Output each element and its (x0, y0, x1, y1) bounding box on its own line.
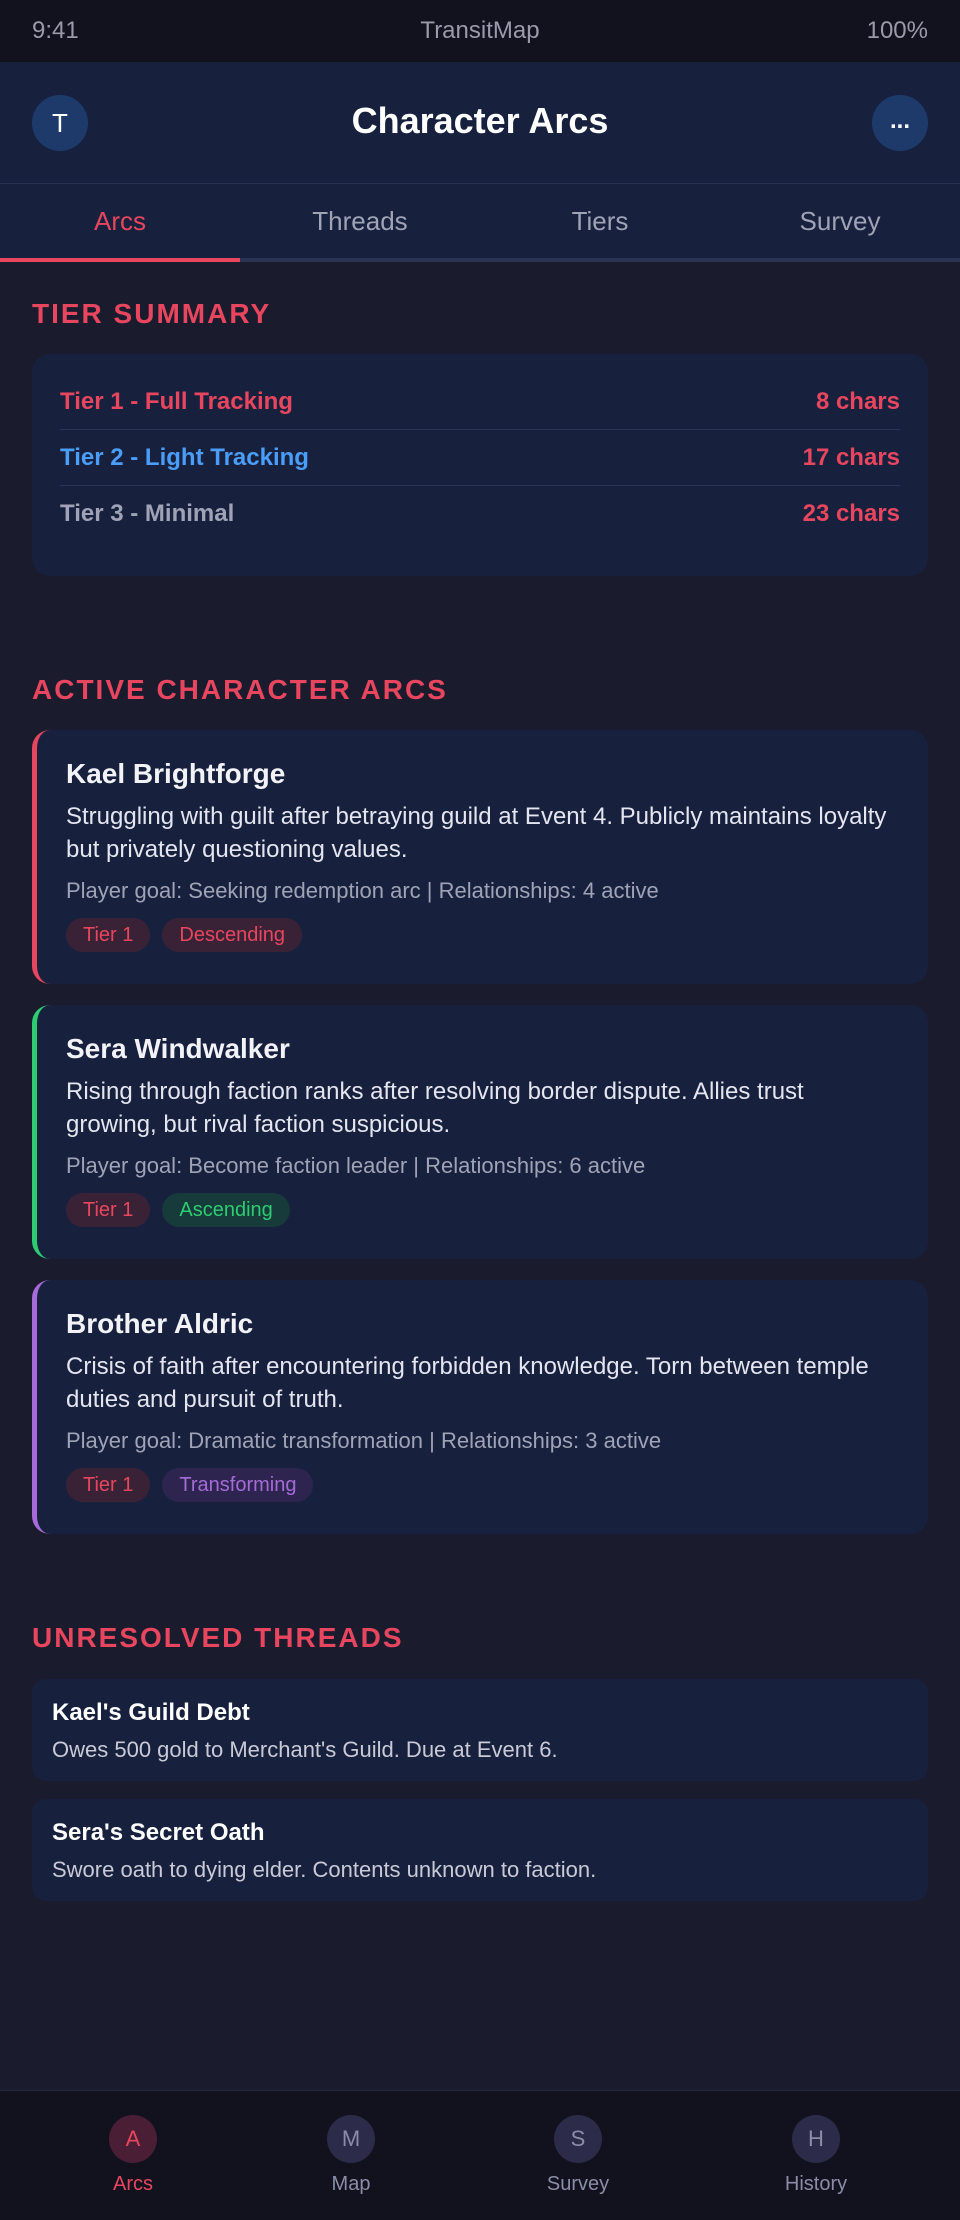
nav-item-map[interactable]: M Map (271, 2091, 431, 2220)
status-time: 9:41 (32, 17, 79, 44)
trend-badge: Transforming (162, 1468, 314, 1502)
tier-badge: Tier 1 (66, 1468, 151, 1502)
tier-badge: Tier 1 (66, 918, 151, 952)
tier-count: 23 chars (802, 500, 900, 527)
tier-label: Tier 1 - Full Tracking (60, 387, 293, 415)
tier-summary-card: Tier 1 - Full Tracking 8 chars Tier 2 - … (32, 354, 928, 576)
arc-card[interactable]: Brother Aldric Crisis of faith after enc… (32, 1280, 928, 1534)
arc-description: Crisis of faith after encountering forbi… (66, 1353, 869, 1413)
arc-description: Rising through faction ranks after resol… (66, 1078, 804, 1138)
survey-icon: S (554, 2115, 602, 2163)
tab-survey[interactable]: Survey (720, 184, 960, 258)
arc-meta: Player goal: Become faction leader | Rel… (66, 1153, 646, 1178)
tier-row[interactable]: Tier 3 - Minimal 23 chars (60, 486, 900, 542)
nav-item-arcs[interactable]: A Arcs (53, 2091, 213, 2220)
arc-card[interactable]: Sera Windwalker Rising through faction r… (32, 1005, 928, 1259)
more-options-button[interactable]: ... (872, 95, 928, 151)
nav-item-history[interactable]: H History (736, 2091, 896, 2220)
arc-character-name: Sera Windwalker (66, 1033, 290, 1064)
arc-meta: Player goal: Dramatic transformation | R… (66, 1428, 662, 1453)
tier-count: 8 chars (815, 387, 900, 415)
nav-label: Arcs (113, 2173, 153, 2195)
arc-character-name: Kael Brightforge (66, 758, 286, 789)
status-battery: 100% (866, 17, 928, 44)
arc-badges: Tier 1 Descending (66, 918, 900, 952)
page-title: Character Arcs (351, 100, 609, 141)
unresolved-threads-heading: UNRESOLVED THREADS (32, 1622, 404, 1653)
arc-description: Struggling with guilt after betraying gu… (66, 803, 887, 863)
tier-badge: Tier 1 (66, 1193, 151, 1227)
nav-label: Map (331, 2173, 371, 2195)
thread-card[interactable]: Kael's Guild Debt Owes 500 gold to Merch… (32, 1679, 928, 1781)
tier-row[interactable]: Tier 1 - Full Tracking 8 chars (60, 374, 900, 430)
nav-item-survey[interactable]: S Survey (498, 2091, 658, 2220)
nav-label: Survey (546, 2173, 610, 2195)
map-icon: M (327, 2115, 375, 2163)
tier-row[interactable]: Tier 2 - Light Tracking 17 chars (60, 430, 900, 486)
tab-threads[interactable]: Threads (240, 184, 480, 258)
history-icon: H (792, 2115, 840, 2163)
bottom-nav: A Arcs M Map S Survey H History (0, 2090, 960, 2220)
arc-badges: Tier 1 Ascending (66, 1193, 900, 1227)
trend-badge: Descending (162, 918, 303, 952)
arc-meta: Player goal: Seeking redemption arc | Re… (66, 878, 659, 903)
thread-title: Sera's Secret Oath (52, 1819, 265, 1846)
arc-badges: Tier 1 Transforming (66, 1468, 900, 1502)
arcs-icon: A (109, 2115, 157, 2163)
tier-summary-heading: TIER SUMMARY (32, 298, 272, 329)
nav-label: History (784, 2173, 848, 2195)
active-arcs-heading: ACTIVE CHARACTER ARCS (32, 674, 448, 705)
app-header: T Character Arcs ... (0, 62, 960, 184)
tier-label: Tier 2 - Light Tracking (60, 443, 309, 471)
thread-card[interactable]: Sera's Secret Oath Swore oath to dying e… (32, 1799, 928, 1901)
status-bar: 9:41 TransitMap 100% (0, 0, 960, 62)
tab-tiers[interactable]: Tiers (480, 184, 720, 258)
thread-description: Swore oath to dying elder. Contents unkn… (52, 1857, 597, 1882)
status-app-name: TransitMap (420, 17, 540, 44)
trend-badge: Ascending (162, 1193, 290, 1227)
arc-card[interactable]: Kael Brightforge Struggling with guilt a… (32, 730, 928, 984)
arc-character-name: Brother Aldric (66, 1308, 254, 1339)
thread-title: Kael's Guild Debt (52, 1699, 250, 1726)
thread-description: Owes 500 gold to Merchant's Guild. Due a… (52, 1737, 558, 1762)
tab-bar: Arcs Threads Tiers Survey (0, 184, 960, 262)
tier-label: Tier 3 - Minimal (60, 500, 235, 527)
tier-count: 17 chars (802, 443, 900, 471)
tab-arcs[interactable]: Arcs (0, 184, 240, 262)
